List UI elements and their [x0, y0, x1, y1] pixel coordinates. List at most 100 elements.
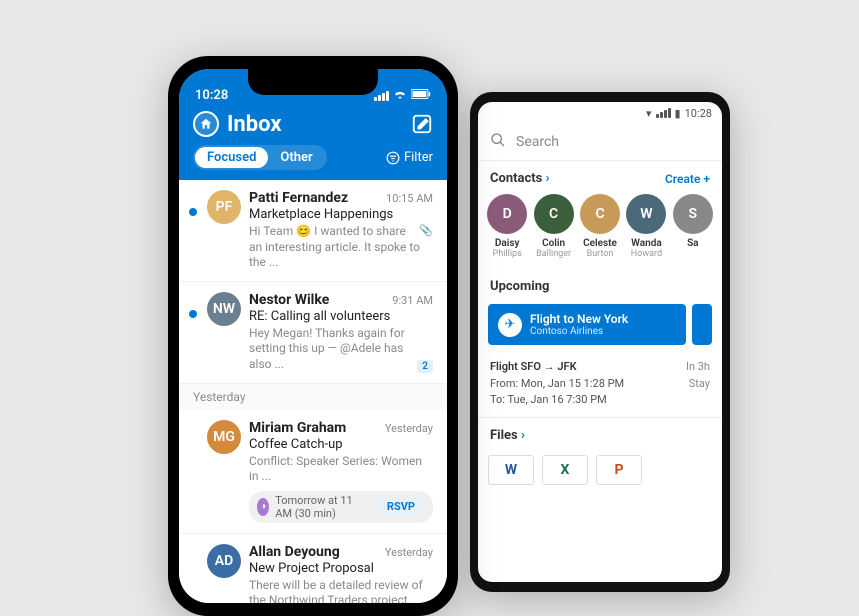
- contact-last: Burton: [587, 249, 614, 259]
- chevron-right-icon: ›: [521, 428, 525, 443]
- message-preview: Conflict: Speaker Series: Women in ...: [249, 454, 433, 485]
- android-status-time: 10:28: [685, 107, 712, 120]
- iphone-device: 10:28 Inbox: [168, 56, 458, 616]
- plus-icon: +: [703, 172, 710, 186]
- android-device: ▾ ▮ 10:28 Search Contacts › Create + D: [470, 92, 730, 592]
- avatar: PF: [207, 190, 241, 224]
- filter-button[interactable]: Filter: [386, 150, 433, 165]
- message-time: 10:15 AM: [386, 192, 433, 205]
- calendar-icon: ◑: [257, 498, 269, 516]
- sender-name: Nestor Wilke: [249, 292, 329, 308]
- inbox-title: Inbox: [227, 112, 282, 137]
- chevron-right-icon: ›: [546, 171, 550, 186]
- flight-eta: In 3h: [686, 359, 710, 376]
- contacts-section-header: Contacts › Create +: [478, 161, 722, 190]
- home-icon[interactable]: [193, 111, 219, 137]
- search-icon: [490, 132, 506, 152]
- compose-icon[interactable]: [411, 113, 433, 135]
- sender-name: Patti Fernandez: [249, 190, 348, 206]
- inbox-header: Inbox Focused Other Filter: [179, 105, 447, 180]
- avatar: D: [487, 194, 527, 234]
- avatar: NW: [207, 292, 241, 326]
- avatar: C: [580, 194, 620, 234]
- search-bar[interactable]: Search: [478, 124, 722, 161]
- avatar: MG: [207, 420, 241, 454]
- create-contact-button[interactable]: Create +: [665, 172, 710, 186]
- flight-details[interactable]: Flight SFO → JFK From: Mon, Jan 15 1:28 …: [478, 351, 722, 418]
- signal-icon: [374, 91, 389, 101]
- contact-item[interactable]: C Celeste Burton: [579, 194, 621, 259]
- ios-status-time: 10:28: [195, 88, 228, 103]
- flight-card[interactable]: ✈ Flight to New York Contoso Airlines: [488, 304, 686, 345]
- iphone-screen: 10:28 Inbox: [179, 69, 447, 603]
- upcoming-cards: ✈ Flight to New York Contoso Airlines: [478, 298, 722, 351]
- plane-icon: ✈: [498, 313, 522, 337]
- calendar-event-chip[interactable]: ◑ Tomorrow at 11 AM (30 min) RSVP: [249, 491, 433, 523]
- contacts-label[interactable]: Contacts: [490, 171, 542, 186]
- avatar: S: [673, 194, 713, 234]
- message-preview: There will be a detailed review of the N…: [249, 578, 433, 603]
- contact-item[interactable]: C Colin Ballinger: [532, 194, 574, 259]
- contact-first: Sa: [687, 238, 698, 249]
- stay-label: Stay: [686, 376, 710, 393]
- filter-label: Filter: [404, 150, 433, 165]
- section-header-yesterday: Yesterday: [179, 384, 447, 410]
- contact-first: Wanda: [631, 238, 662, 249]
- upcoming-card-peek[interactable]: [692, 304, 712, 345]
- battery-icon: ▮: [675, 107, 681, 120]
- event-time: Tomorrow at 11 AM (30 min): [275, 494, 371, 520]
- contact-item[interactable]: W Wanda Howard: [625, 194, 667, 259]
- flight-from: From: Mon, Jan 15 1:28 PM: [490, 376, 624, 393]
- avatar: AD: [207, 544, 241, 578]
- message-subject: New Project Proposal: [249, 561, 433, 576]
- ios-status-icons: [374, 88, 431, 103]
- iphone-notch: [248, 69, 378, 95]
- android-status-bar: ▾ ▮ 10:28: [478, 102, 722, 124]
- android-screen: ▾ ▮ 10:28 Search Contacts › Create + D: [478, 102, 722, 582]
- message-item[interactable]: PF Patti Fernandez 10:15 AM Marketplace …: [179, 180, 447, 282]
- files-section-header: Files ›: [478, 418, 722, 447]
- wifi-icon: [393, 88, 407, 103]
- attachment-icon: 📎: [419, 224, 433, 237]
- wifi-icon: ▾: [646, 107, 652, 120]
- search-placeholder: Search: [516, 134, 559, 150]
- thread-count-badge: 2: [417, 360, 433, 373]
- flight-route: Flight SFO → JFK: [490, 359, 624, 376]
- word-file-tile[interactable]: W: [488, 455, 534, 485]
- message-item[interactable]: MG Miriam Graham Yesterday Coffee Catch-…: [179, 410, 447, 534]
- unread-dot-icon: [189, 208, 197, 216]
- avatar: W: [626, 194, 666, 234]
- rsvp-button[interactable]: RSVP: [377, 497, 425, 516]
- message-item[interactable]: NW Nestor Wilke 9:31 AM RE: Calling all …: [179, 282, 447, 384]
- flight-card-title: Flight to New York: [530, 312, 628, 326]
- contact-item[interactable]: S Sa: [672, 194, 714, 259]
- upcoming-label: Upcoming: [490, 279, 549, 294]
- tab-focused[interactable]: Focused: [195, 147, 268, 168]
- signal-icon: [656, 108, 671, 118]
- battery-icon: [411, 88, 431, 103]
- message-time: Yesterday: [385, 422, 433, 435]
- avatar: C: [534, 194, 574, 234]
- contact-first: Colin: [542, 238, 565, 249]
- upcoming-section-header: Upcoming: [478, 269, 722, 298]
- powerpoint-file-tile[interactable]: P: [596, 455, 642, 485]
- message-time: 9:31 AM: [392, 294, 433, 307]
- message-item[interactable]: AD Allan Deyoung Yesterday New Project P…: [179, 534, 447, 603]
- message-subject: RE: Calling all volunteers: [249, 309, 433, 324]
- sender-name: Miriam Graham: [249, 420, 346, 436]
- flight-to: To: Tue, Jan 16 7:30 PM: [490, 392, 624, 409]
- unread-dot-icon: [189, 310, 197, 318]
- sender-name: Allan Deyoung: [249, 544, 340, 560]
- contact-first: Daisy: [495, 238, 520, 249]
- tab-other[interactable]: Other: [268, 147, 324, 168]
- contacts-row[interactable]: D Daisy Phillips C Colin Ballinger C Cel…: [478, 190, 722, 269]
- message-time: Yesterday: [385, 546, 433, 559]
- contact-first: Celeste: [583, 238, 617, 249]
- contact-item[interactable]: D Daisy Phillips: [486, 194, 528, 259]
- message-preview: Hey Megan! Thanks again for setting this…: [249, 326, 417, 373]
- inbox-tabs: Focused Other: [193, 145, 327, 170]
- excel-file-tile[interactable]: X: [542, 455, 588, 485]
- flight-card-sub: Contoso Airlines: [530, 326, 628, 337]
- files-label[interactable]: Files: [490, 428, 518, 443]
- contact-last: Howard: [631, 249, 662, 259]
